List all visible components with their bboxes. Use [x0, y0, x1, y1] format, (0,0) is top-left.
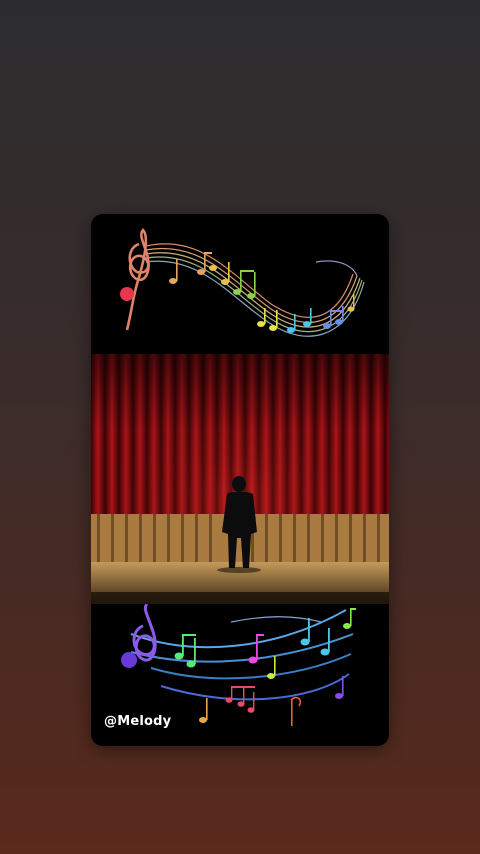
note-icons: [169, 252, 355, 333]
story-card[interactable]: @Melody: [91, 214, 389, 746]
curtain-stage-image: [91, 354, 389, 604]
treble-clef-icon: [120, 228, 150, 331]
music-notes-illustration: [120, 228, 365, 337]
top-music-art: [91, 214, 389, 354]
username-handle[interactable]: @Melody: [104, 714, 171, 729]
neon-note-icons: [174, 608, 356, 726]
stage-photo: [91, 354, 389, 604]
